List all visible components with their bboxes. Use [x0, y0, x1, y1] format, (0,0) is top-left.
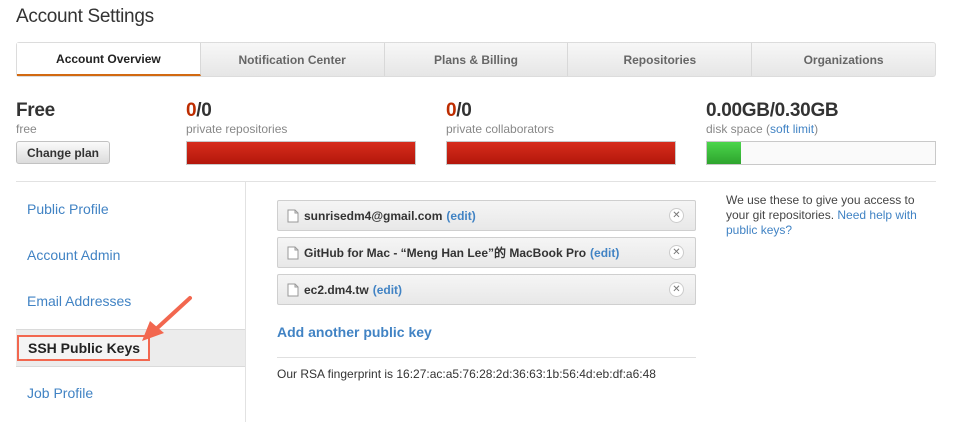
- sidebar-item-ssh-public-keys[interactable]: SSH Public Keys: [16, 329, 245, 367]
- soft-limit-close: ): [814, 122, 819, 136]
- plan-summary: Free free: [16, 100, 55, 136]
- disk-space-stat: 0.00GB/0.30GB disk space (soft limit): [706, 100, 839, 136]
- sidebar-item-email-addresses[interactable]: Email Addresses: [16, 282, 245, 320]
- disk-space-bar-fill: [707, 142, 742, 164]
- sidebar-item-label: Email Addresses: [27, 293, 132, 309]
- private-repos-label: private repositories: [186, 122, 288, 136]
- sidebar-item-label: Account Admin: [27, 247, 121, 263]
- ssh-key-list: sunrisedm4@gmail.com (edit) ✕ GitHub for…: [277, 200, 696, 311]
- ssh-key-edit-link[interactable]: (edit): [446, 209, 475, 223]
- sidebar-item-label: SSH Public Keys: [17, 335, 151, 361]
- private-repos-total: /0: [196, 100, 212, 121]
- private-collaborators-bar-fill: [447, 142, 675, 164]
- annotation-arrow-icon: [142, 296, 192, 341]
- fingerprint-divider: [277, 357, 696, 358]
- rsa-fingerprint: Our RSA fingerprint is 16:27:ac:a5:76:28…: [277, 367, 656, 381]
- tab-plans-billing[interactable]: Plans & Billing: [385, 43, 569, 76]
- disk-used: 0.00GB: [706, 100, 770, 121]
- delete-key-icon[interactable]: ✕: [669, 208, 684, 223]
- tab-repositories[interactable]: Repositories: [568, 43, 753, 76]
- ssh-key-edit-link[interactable]: (edit): [590, 246, 619, 260]
- sidebar-item-job-profile[interactable]: Job Profile: [16, 374, 245, 412]
- private-repos-stat: 0/0 private repositories: [186, 100, 287, 136]
- disk-label: disk space: [706, 122, 763, 136]
- private-collaborators-label: private collaborators: [446, 122, 555, 136]
- sidebar-item-label: Job Profile: [27, 385, 94, 401]
- change-plan-button[interactable]: Change plan: [16, 141, 111, 164]
- ssh-key-item: ec2.dm4.tw (edit) ✕: [277, 274, 696, 305]
- settings-sidebar: Public Profile Account Admin Email Addre…: [16, 182, 246, 422]
- private-repos-bar-fill: [187, 142, 415, 164]
- private-collaborators-stat: 0/0 private collaborators: [446, 100, 554, 136]
- add-public-key-link[interactable]: Add another public key: [277, 324, 432, 340]
- disk-space-bar: [706, 141, 936, 165]
- disk-total: /0.30GB: [769, 100, 839, 121]
- ssh-key-edit-link[interactable]: (edit): [373, 283, 402, 297]
- delete-key-icon[interactable]: ✕: [669, 245, 684, 260]
- sidebar-item-account-admin[interactable]: Account Admin: [16, 236, 245, 274]
- sidebar-item-label: Public Profile: [27, 201, 109, 217]
- soft-limit-link[interactable]: soft limit: [770, 122, 814, 136]
- tab-account-overview[interactable]: Account Overview: [17, 43, 201, 76]
- page-title: Account Settings: [16, 6, 154, 27]
- key-file-icon: [287, 209, 299, 222]
- private-collaborators-bar: [446, 141, 676, 165]
- private-collaborators-used: 0: [446, 100, 457, 121]
- ssh-key-item: sunrisedm4@gmail.com (edit) ✕: [277, 200, 696, 231]
- settings-tabs: Account Overview Notification Center Pla…: [16, 42, 936, 77]
- private-repos-used: 0: [186, 100, 197, 121]
- ssh-key-title: sunrisedm4@gmail.com: [304, 208, 443, 223]
- key-file-icon: [287, 246, 299, 259]
- delete-key-icon[interactable]: ✕: [669, 282, 684, 297]
- plan-name: Free: [16, 100, 55, 121]
- ssh-key-item: GitHub for Mac - “Meng Han Lee”的 MacBook…: [277, 237, 696, 268]
- sidebar-item-public-profile[interactable]: Public Profile: [16, 190, 245, 228]
- ssh-key-title: GitHub for Mac - “Meng Han Lee”的 MacBook…: [304, 246, 587, 260]
- tab-organizations[interactable]: Organizations: [752, 43, 935, 76]
- ssh-help-text: We use these to give you access to your …: [726, 193, 936, 238]
- plan-sub: free: [16, 122, 37, 136]
- tab-notification-center[interactable]: Notification Center: [201, 43, 385, 76]
- private-repos-bar: [186, 141, 416, 165]
- key-file-icon: [287, 283, 299, 296]
- private-collaborators-total: /0: [456, 100, 472, 121]
- ssh-key-title: ec2.dm4.tw: [304, 282, 369, 297]
